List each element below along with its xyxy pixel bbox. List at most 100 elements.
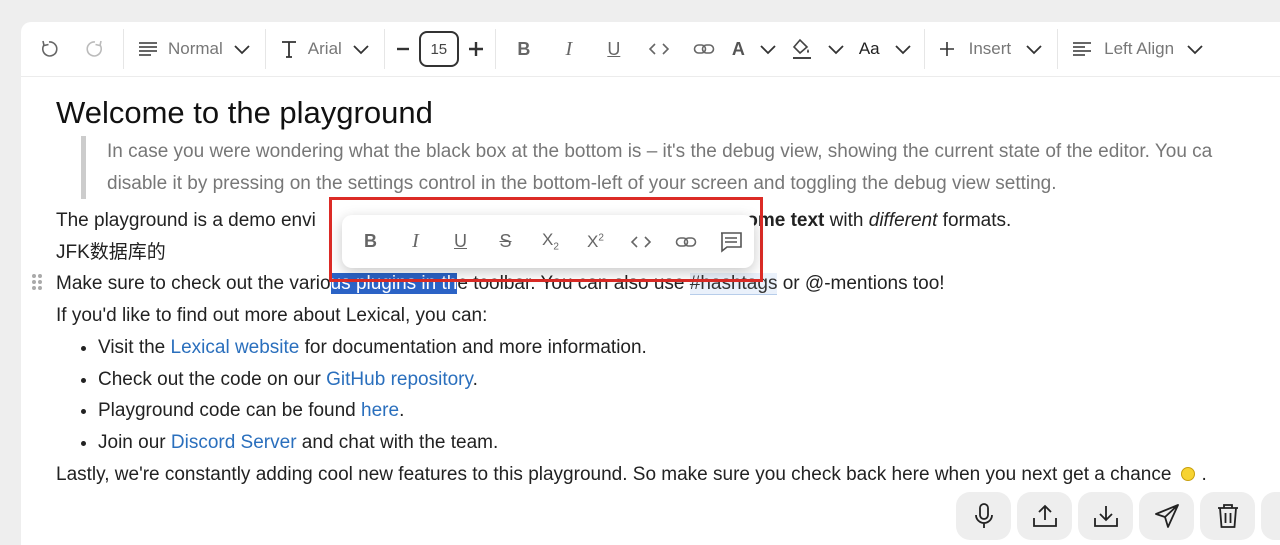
superscript-icon: X2	[587, 231, 604, 251]
block-type-dropdown[interactable]: Normal	[130, 29, 259, 69]
italic-icon: I	[412, 230, 419, 252]
italic-icon: I	[565, 37, 573, 60]
list-item: Visit the Lexical website for documentat…	[98, 332, 1280, 364]
undo-icon	[41, 40, 58, 57]
redo-icon	[86, 40, 103, 57]
chevron-down-icon	[760, 45, 776, 55]
clear-button[interactable]	[1200, 492, 1255, 540]
drag-handle-icon[interactable]	[32, 274, 42, 291]
italic-text: different	[868, 210, 938, 231]
float-superscript-button[interactable]: X2	[573, 222, 618, 262]
text-case-label: Aa	[858, 39, 880, 58]
text-run: and chat with the team.	[296, 431, 499, 453]
alignment-label: Left Align	[1104, 39, 1175, 58]
paragraph: If you'd like to find out more about Lex…	[56, 305, 488, 327]
floating-format-toolbar: B I U S X2 X2	[342, 215, 754, 268]
alignment-dropdown[interactable]: Left Align	[1064, 29, 1212, 69]
bold-icon: B	[364, 231, 377, 251]
share-button[interactable]	[1139, 492, 1194, 540]
toolbar-divider	[383, 29, 385, 69]
float-strikethrough-button[interactable]: S	[483, 222, 528, 262]
text-color-icon: A	[731, 38, 745, 59]
underline-icon: U	[607, 38, 621, 59]
text-run: Join our	[98, 431, 171, 453]
chevron-down-icon	[1187, 45, 1203, 55]
paragraph: Lastly, we're constantly adding cool new…	[56, 459, 1280, 491]
float-code-button[interactable]	[618, 222, 663, 262]
quote-line: In case you were wondering what the blac…	[107, 141, 1213, 162]
speech-to-text-button[interactable]	[956, 492, 1011, 540]
text-run: Check out the code on our	[98, 368, 327, 390]
paragraph-icon	[139, 42, 157, 56]
export-button[interactable]	[1078, 492, 1133, 540]
align-left-icon	[1073, 42, 1092, 56]
chevron-down-icon	[234, 45, 250, 55]
underline-button[interactable]: U	[592, 29, 636, 69]
subscript-icon: X2	[542, 230, 559, 253]
text-run: Make sure to check out the vario	[56, 273, 331, 295]
link-button[interactable]	[682, 29, 726, 69]
github-repository-link[interactable]: GitHub repository	[326, 369, 472, 390]
text-run: for documentation and more information.	[299, 336, 647, 358]
text-case-dropdown[interactable]: Aa	[853, 29, 918, 69]
float-underline-button[interactable]: U	[438, 222, 483, 262]
document-title: Welcome to the playground	[56, 95, 433, 130]
editor-content[interactable]: Welcome to the playground In case you we…	[32, 92, 1280, 491]
quote-line: disable it by pressing on the settings c…	[107, 172, 1057, 194]
chevron-down-icon	[1026, 45, 1042, 55]
upload-icon	[1032, 504, 1057, 527]
redo-button[interactable]	[73, 29, 117, 69]
text-run: .	[472, 368, 478, 390]
chevron-down-icon	[894, 45, 911, 55]
editor-container: Normal Arial 15 B I U A Aa Insert Left A…	[21, 22, 1280, 545]
float-bold-button[interactable]: B	[348, 222, 393, 262]
code-icon	[630, 235, 651, 248]
code-icon	[648, 43, 669, 55]
editor-actions	[956, 492, 1280, 540]
increase-font-size-button[interactable]	[463, 29, 489, 69]
more-actions-button[interactable]	[1261, 492, 1280, 540]
background-color-dropdown[interactable]	[783, 29, 853, 69]
bold-button[interactable]: B	[502, 29, 546, 69]
bold-icon: B	[517, 38, 531, 59]
smiley-emoji-icon	[1181, 466, 1196, 481]
float-link-button[interactable]	[663, 222, 708, 262]
italic-button[interactable]: I	[546, 29, 592, 69]
float-italic-button[interactable]: I	[393, 222, 438, 262]
font-size-input[interactable]: 15	[418, 31, 459, 67]
font-family-dropdown[interactable]: Arial	[272, 29, 378, 69]
send-icon	[1154, 504, 1179, 528]
insert-dropdown[interactable]: Insert	[931, 29, 1052, 69]
plus-icon	[939, 42, 954, 56]
toolbar-divider	[264, 29, 266, 69]
list-item: Playground code can be found here.	[98, 395, 1280, 427]
link-icon	[675, 236, 696, 247]
chevron-down-icon	[353, 45, 369, 55]
minus-icon	[396, 47, 409, 51]
float-subscript-button[interactable]: X2	[528, 222, 573, 262]
import-button[interactable]	[1017, 492, 1072, 540]
toolbar-divider	[494, 29, 496, 69]
toolbar-divider	[1057, 29, 1059, 69]
text-run: with	[824, 210, 869, 231]
text-run: formats.	[937, 210, 1012, 231]
trash-icon	[1217, 504, 1238, 528]
download-icon	[1093, 506, 1118, 527]
playground-code-link[interactable]: here	[361, 400, 399, 421]
text-run: Lastly, we're constantly adding cool new…	[56, 463, 1172, 485]
plus-icon	[468, 42, 483, 56]
microphone-icon	[974, 503, 993, 528]
toolbar-divider	[923, 29, 925, 69]
decrease-font-size-button[interactable]	[391, 29, 415, 69]
list-item: Join our Discord Server and chat with th…	[98, 427, 1280, 459]
undo-button[interactable]	[25, 29, 73, 69]
bullet-list: Visit the Lexical website for documentat…	[98, 332, 1280, 459]
discord-server-link[interactable]: Discord Server	[171, 432, 297, 453]
code-button[interactable]	[636, 29, 682, 69]
text-run: The playground is a demo envi	[56, 210, 316, 231]
lexical-website-link[interactable]: Lexical website	[171, 337, 300, 358]
blockquote: In case you were wondering what the blac…	[81, 136, 1280, 199]
text-color-dropdown[interactable]: A	[726, 29, 783, 69]
text-run: Playground code can be found	[98, 400, 362, 422]
float-comment-button[interactable]	[708, 222, 753, 262]
